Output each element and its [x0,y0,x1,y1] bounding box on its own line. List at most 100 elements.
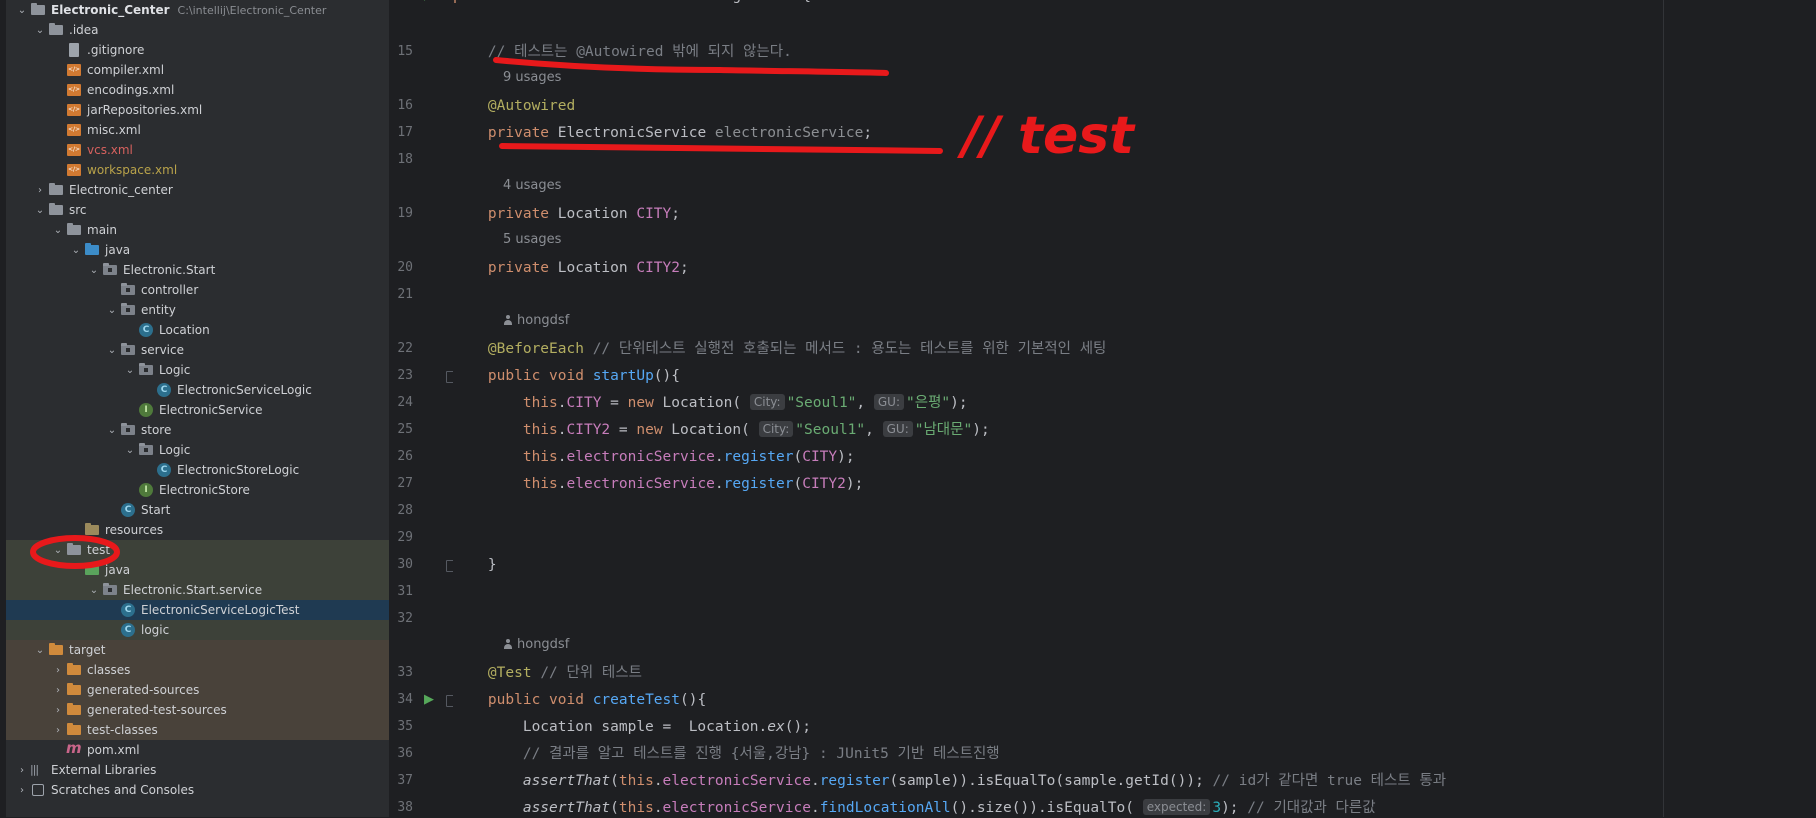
tree-item[interactable]: ›.gitignore [6,40,389,60]
tree-item[interactable]: › generated-test-sources [6,700,389,720]
chevron-down-icon[interactable]: ⌄ [104,425,120,436]
tree-item[interactable]: ⌄ main [6,220,389,240]
tree-item[interactable]: ›ElectronicServiceLogicTest [6,600,389,620]
chevron-right-icon[interactable]: › [50,725,66,736]
excluded-folder-icon [66,703,82,717]
tree-item[interactable]: › Electronic_center [6,180,389,200]
code-line[interactable]: public class ElectronicServiceLogicTest … [453,0,811,6]
tree-item[interactable]: ›workspace.xml [6,160,389,180]
code-line[interactable]: @Test // 단위 테스트 [453,663,642,683]
code-line[interactable]: Location sample = Location.ex(); [453,717,811,737]
code-token: register [723,449,794,465]
chevron-down-icon[interactable]: ⌄ [14,5,30,16]
chevron-right-icon[interactable]: › [32,185,48,196]
tree-item[interactable]: ›vcs.xml [6,140,389,160]
run-gutter-icon[interactable]: ▶ [421,692,437,708]
chevron-down-icon[interactable]: ⌄ [32,205,48,216]
chevron-right-icon[interactable]: › [50,665,66,676]
chevron-down-icon[interactable]: ⌄ [50,545,66,556]
tree-item[interactable]: ⌄ Electronic_Center C:\intellij\Electronic… [6,0,389,20]
package-icon [120,283,136,297]
code-line[interactable]: this.CITY = new Location( City: "Seoul1",… [453,393,968,413]
tree-item[interactable]: ⌄ store [6,420,389,440]
package-icon [120,303,136,317]
chevron-right-icon[interactable]: › [14,785,30,796]
tree-item[interactable]: ›ElectronicStore [6,480,389,500]
code-token: public void [487,368,593,384]
code-line[interactable]: private Location CITY; [453,204,680,224]
run-gutter-icon[interactable]: ▶ [421,0,437,4]
code-line[interactable]: private Location CITY2; [453,258,689,278]
code-line[interactable]: assertThat(this.electronicService.regist… [453,771,1446,791]
code-line[interactable]: // 결과를 알고 테스트를 진행 {서울,강남} : JUnit5 기반 테스… [453,744,1000,764]
code-line[interactable]: this.CITY2 = new Location( City: "Seoul1"… [453,420,990,440]
parameter-hint: City: [749,394,785,410]
author-hint[interactable]: hongdsf [503,636,569,654]
tree-item[interactable]: › classes [6,660,389,680]
code-line[interactable]: this.electronicService.register(CITY2); [453,474,864,494]
tree-item[interactable]: ›misc.xml [6,120,389,140]
tree-item[interactable]: ⌄ Logic [6,360,389,380]
code-editor[interactable]: public class ElectronicServiceLogicTest … [453,0,1816,817]
code-line[interactable]: // 테스트는 @Autowired 밖에 되지 않는다. [453,42,792,62]
code-token: ().size()).isEqualTo( [950,800,1143,816]
code-line[interactable]: private ElectronicService electronicServ… [453,123,872,143]
tree-item[interactable]: ›Location [6,320,389,340]
tree-item[interactable]: ›compiler.xml [6,60,389,80]
tree-item[interactable]: ›logic [6,620,389,640]
tree-item[interactable]: ⌄ src [6,200,389,220]
chevron-down-icon[interactable]: ⌄ [32,645,48,656]
code-line[interactable]: public void startUp(){ [453,366,680,386]
tree-item[interactable]: ⌄ .idea [6,20,389,40]
chevron-down-icon[interactable]: ⌄ [68,245,84,256]
chevron-right-icon[interactable]: › [50,705,66,716]
chevron-down-icon[interactable]: ⌄ [32,25,48,36]
chevron-down-icon[interactable]: ⌄ [86,265,102,276]
code-line[interactable]: } [453,555,497,575]
chevron-down-icon[interactable]: ⌄ [50,225,66,236]
tree-item[interactable]: ⌄ java [6,240,389,260]
tree-item[interactable]: › generated-sources [6,680,389,700]
code-token: new [636,422,672,438]
tree-item[interactable]: ⌄ entity [6,300,389,320]
author-hint[interactable]: hongdsf [503,312,569,330]
usages-hint[interactable]: 5 usages [503,231,561,249]
tree-item[interactable]: ›ElectronicStoreLogic [6,460,389,480]
tree-item[interactable]: ⌄ target [6,640,389,660]
xml-file-icon [66,143,82,157]
parameter-hint: GU: [882,421,913,437]
tree-item[interactable]: › test-classes [6,720,389,740]
tree-item[interactable]: ›resources [6,520,389,540]
code-token: new [627,395,663,411]
usages-hint[interactable]: 9 usages [503,69,561,87]
tree-item[interactable]: ›encodings.xml [6,80,389,100]
tree-item[interactable]: › External Libraries [6,760,389,780]
tree-item[interactable]: ⌄ Logic [6,440,389,460]
tree-item[interactable]: ⌄ test [6,540,389,560]
tree-item[interactable]: ⌄ service [6,340,389,360]
code-token: , [856,395,874,411]
code-line[interactable]: @Autowired [453,96,575,116]
chevron-down-icon[interactable]: ⌄ [86,585,102,596]
tree-item[interactable]: ⌄ Electronic.Start.service [6,580,389,600]
chevron-right-icon[interactable]: › [50,685,66,696]
chevron-down-icon[interactable]: ⌄ [122,365,138,376]
tree-item[interactable]: ›ElectronicService [6,400,389,420]
chevron-down-icon[interactable]: ⌄ [122,445,138,456]
tree-item[interactable]: › Scratches and Consoles [6,780,389,800]
tree-item[interactable]: ›jarRepositories.xml [6,100,389,120]
chevron-down-icon[interactable]: ⌄ [104,305,120,316]
code-line[interactable]: @BeforeEach // 단위테스트 실행전 호출되는 메서드 : 용도는 … [453,339,1106,359]
tree-item[interactable]: ›ElectronicServiceLogic [6,380,389,400]
code-line[interactable]: public void createTest(){ [453,690,706,710]
code-line[interactable]: this.electronicService.register(CITY); [453,447,855,467]
chevron-right-icon[interactable]: › [14,765,30,776]
tree-item[interactable]: ›Start [6,500,389,520]
tree-item[interactable]: ›pom.xml [6,739,389,760]
usages-hint[interactable]: 4 usages [503,177,561,195]
tree-item[interactable]: ›controller [6,280,389,300]
code-line[interactable]: assertThat(this.electronicService.findLo… [453,798,1376,818]
tree-item[interactable]: ⌄ Electronic.Start [6,260,389,280]
tree-item[interactable]: ›java [6,560,389,580]
chevron-down-icon[interactable]: ⌄ [104,345,120,356]
